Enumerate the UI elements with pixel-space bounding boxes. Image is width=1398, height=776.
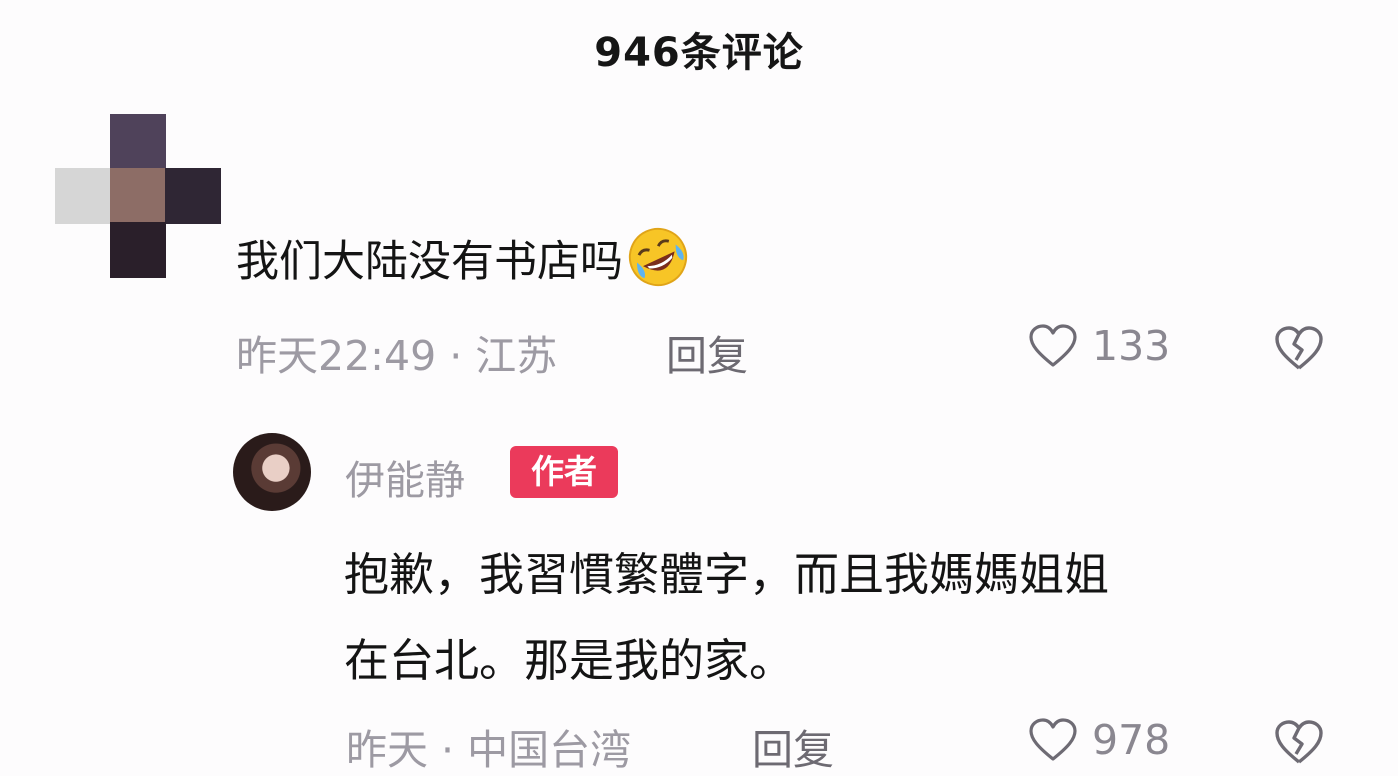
reply-button[interactable]: 回复 bbox=[666, 322, 748, 382]
heart-icon bbox=[1029, 718, 1077, 761]
like-button[interactable]: 133 bbox=[1028, 322, 1170, 370]
comment-panel: 946条评论 我们大陆没有书店吗 昨天22:49 · 江苏 回复 133 伊能静… bbox=[0, 0, 1398, 776]
reply-button[interactable]: 回复 bbox=[752, 716, 834, 776]
author-avatar[interactable] bbox=[233, 433, 311, 511]
comment-text: 我们大陆没有书店吗 bbox=[236, 226, 689, 289]
rolling-laughing-face-icon bbox=[628, 227, 688, 287]
like-count: 133 bbox=[1092, 322, 1171, 370]
heart-icon bbox=[1029, 324, 1077, 367]
author-badge: 作者 bbox=[510, 446, 618, 498]
reply-text-line-2: 在台北。那是我的家。 bbox=[344, 634, 795, 687]
comment-meta: 昨天22:49 · 江苏 bbox=[236, 332, 558, 380]
comment-body: 我们大陆没有书店吗 bbox=[236, 237, 623, 287]
reply-meta: 昨天 · 中国台湾 bbox=[346, 726, 632, 774]
broken-heart-icon[interactable] bbox=[1273, 324, 1325, 372]
comment-count-title: 946条评论 bbox=[594, 30, 804, 76]
broken-heart-icon[interactable] bbox=[1273, 718, 1325, 766]
like-button[interactable]: 978 bbox=[1028, 716, 1170, 764]
author-name[interactable]: 伊能静 bbox=[345, 448, 465, 506]
like-count: 978 bbox=[1092, 716, 1171, 764]
reply-text-line-1: 抱歉，我習慣繁體字，而且我媽媽姐姐 bbox=[344, 548, 1110, 601]
avatar[interactable] bbox=[55, 112, 223, 280]
